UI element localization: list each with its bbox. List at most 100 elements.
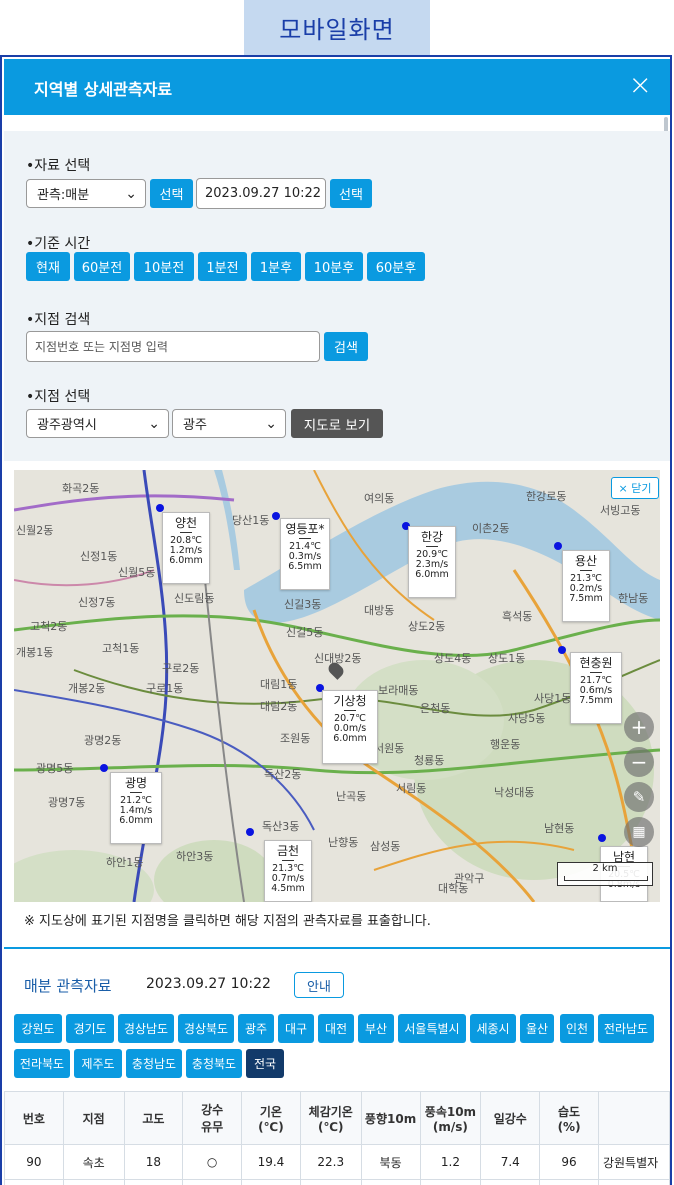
ref-time-button[interactable]: 현재 bbox=[26, 252, 70, 281]
close-icon[interactable]: × bbox=[629, 71, 652, 99]
region-button[interactable]: 세종시 bbox=[470, 1014, 516, 1043]
map-place-label: 하안3동 bbox=[176, 850, 214, 863]
station-dot[interactable] bbox=[554, 542, 562, 550]
table-header-cell[interactable]: 일강수 bbox=[480, 1091, 541, 1145]
table-row[interactable]: 90 속초 18 ○ 19.4 22.3 북동 1.2 7.4 96 강원특별자 bbox=[4, 1144, 670, 1180]
datetime-input[interactable]: 2023.09.27 10:22 bbox=[196, 178, 326, 209]
region-button[interactable]: 대전 bbox=[318, 1014, 354, 1043]
station-name[interactable]: 광명 bbox=[113, 776, 159, 790]
region-button[interactable]: 광주 bbox=[238, 1014, 274, 1043]
station-name[interactable]: 한강 bbox=[411, 530, 453, 544]
map-place-label: 대방동 bbox=[364, 604, 395, 617]
station-label-card[interactable]: 용산 21.3℃ 0.2m/s 7.5mm bbox=[562, 550, 610, 622]
station-underline bbox=[590, 672, 602, 673]
station-dot[interactable] bbox=[100, 764, 108, 772]
region-button[interactable]: 충청북도 bbox=[186, 1049, 242, 1078]
region-button[interactable]: 서울특별시 bbox=[398, 1014, 466, 1043]
map-place-label: 광명2동 bbox=[84, 734, 122, 747]
region-button[interactable]: 전라북도 bbox=[14, 1049, 70, 1078]
table-header-cell[interactable]: 고도 bbox=[123, 1091, 184, 1145]
map-place-label: 구로1동 bbox=[146, 682, 184, 695]
region-button[interactable]: 경기도 bbox=[66, 1014, 114, 1043]
ref-time-button[interactable]: 10분후 bbox=[305, 252, 363, 281]
map-note: ※ 지도상에 표기된 지점명을 클릭하면 해당 지점의 관측자료를 표출합니다. bbox=[24, 914, 431, 929]
view-map-button[interactable]: 지도로 보기 bbox=[291, 409, 383, 438]
map-place-label: 신길5동 bbox=[286, 626, 324, 639]
map-place-label: 난향동 bbox=[328, 836, 359, 849]
station-search-input[interactable]: 지점번호 또는 지점명 입력 bbox=[26, 331, 320, 362]
table-header-cell[interactable]: 지점 bbox=[62, 1091, 125, 1145]
zoom-out-icon[interactable]: − bbox=[624, 747, 654, 777]
station-label-card[interactable]: 한강 20.9℃ 2.3m/s 6.0mm bbox=[408, 526, 456, 598]
station-label-card[interactable]: 광명 21.2℃ 1.4m/s 6.0mm bbox=[110, 772, 162, 844]
map-close-button[interactable]: × 닫기 bbox=[611, 477, 659, 499]
guide-button[interactable]: 안내 bbox=[294, 972, 344, 998]
table-header-cell[interactable]: 풍향10m bbox=[360, 1091, 421, 1145]
station-label-card[interactable]: 양천 20.8℃ 1.2m/s 6.0mm bbox=[162, 512, 210, 584]
station-name[interactable]: 양천 bbox=[165, 516, 207, 530]
station-name[interactable]: 용산 bbox=[565, 554, 607, 568]
select-button-2[interactable]: 선택 bbox=[330, 179, 372, 208]
station-dot[interactable] bbox=[246, 828, 254, 836]
station-dot[interactable] bbox=[558, 646, 566, 654]
station-name[interactable]: 영등포* bbox=[283, 522, 327, 536]
table-cell: 19.4 bbox=[241, 1144, 301, 1180]
station-rain: 4.5mm bbox=[271, 883, 305, 894]
station-dot[interactable] bbox=[156, 504, 164, 512]
ref-time-button[interactable]: 60분후 bbox=[367, 252, 425, 281]
station-select-label: •지점 선택 bbox=[26, 389, 91, 405]
map-place-label: 하안1동 bbox=[106, 856, 144, 869]
region-button[interactable]: 전국 bbox=[246, 1049, 284, 1078]
table-header-cell[interactable]: 기온 (℃) bbox=[241, 1091, 301, 1145]
data-type-select[interactable]: 관측:매분 ⌄ bbox=[26, 179, 146, 208]
table-header-cell[interactable]: 습도 (%) bbox=[539, 1091, 599, 1145]
station-name[interactable]: 기상청 bbox=[325, 694, 375, 708]
station-name[interactable]: 현충원 bbox=[573, 656, 619, 670]
table-cell: 1.2 bbox=[419, 1144, 482, 1180]
region-button[interactable]: 울산 bbox=[520, 1014, 554, 1043]
station-label-card[interactable]: 기상청 20.7℃ 0.0m/s 6.0mm bbox=[322, 690, 378, 764]
search-button[interactable]: 검색 bbox=[324, 332, 368, 361]
map-place-label: 대림1동 bbox=[260, 678, 298, 691]
region-button[interactable]: 인천 bbox=[560, 1014, 594, 1043]
ref-time-button[interactable]: 10분전 bbox=[134, 252, 194, 281]
map-place-label: 조원동 bbox=[280, 732, 311, 745]
zoom-in-icon[interactable]: + bbox=[624, 712, 654, 742]
map-place-label: 서빙고동 bbox=[600, 504, 641, 517]
region-button[interactable]: 경상북도 bbox=[178, 1014, 234, 1043]
map-place-label: 서림동 bbox=[396, 782, 427, 795]
scale-bar: 2 km bbox=[557, 862, 653, 886]
table-header-cell[interactable]: 체감기온 (℃) bbox=[299, 1091, 362, 1145]
station-label-card[interactable]: 금천 21.3℃ 0.7m/s 4.5mm bbox=[264, 840, 312, 902]
table-cell bbox=[182, 1179, 243, 1185]
map-place-label: 신월5동 bbox=[118, 566, 156, 579]
region-button[interactable]: 경상남도 bbox=[118, 1014, 174, 1043]
station-label-card[interactable]: 현충원 21.7℃ 0.6m/s 7.5mm bbox=[570, 652, 622, 724]
ruler-icon[interactable]: ✎ bbox=[624, 782, 654, 812]
table-header-cell[interactable]: 풍속10m (m/s) bbox=[419, 1091, 482, 1145]
region-button[interactable]: 대구 bbox=[278, 1014, 314, 1043]
map-layer-icon[interactable]: ▦ bbox=[624, 817, 654, 847]
map-place-label: 구로2동 bbox=[162, 662, 200, 675]
station-map[interactable]: 화곡2동 신월2동 신정1동 신월5동 신정7동 고척2동 개봉1동 고척1동 구로2동 구로1동… bbox=[14, 470, 660, 902]
table-header-cell[interactable] bbox=[597, 1091, 670, 1145]
ref-time-button[interactable]: 60분전 bbox=[74, 252, 130, 281]
select-button-1[interactable]: 선택 bbox=[150, 179, 193, 208]
station-label-card[interactable]: 영등포* 21.4℃ 0.3m/s 6.5mm bbox=[280, 518, 330, 590]
region-button[interactable]: 제주도 bbox=[74, 1049, 122, 1078]
station-dot[interactable] bbox=[272, 512, 280, 520]
station-select[interactable]: 광주 ⌄ bbox=[172, 409, 286, 438]
table-header-cell[interactable]: 번호 bbox=[4, 1091, 64, 1145]
region-button[interactable]: 강원도 bbox=[14, 1014, 62, 1043]
ref-time-button[interactable]: 1분후 bbox=[251, 252, 301, 281]
region-select[interactable]: 광주광역시 ⌄ bbox=[26, 409, 169, 438]
region-button[interactable]: 전라남도 bbox=[598, 1014, 654, 1043]
ref-time-button[interactable]: 1분전 bbox=[198, 252, 247, 281]
table-header-cell[interactable]: 강수 유무 bbox=[182, 1091, 243, 1145]
divider bbox=[4, 947, 670, 949]
station-name[interactable]: 금천 bbox=[267, 844, 309, 858]
region-button[interactable]: 충청남도 bbox=[126, 1049, 182, 1078]
region-button[interactable]: 부산 bbox=[358, 1014, 394, 1043]
station-dot[interactable] bbox=[598, 834, 606, 842]
map-place-label: 신정7동 bbox=[78, 596, 116, 609]
